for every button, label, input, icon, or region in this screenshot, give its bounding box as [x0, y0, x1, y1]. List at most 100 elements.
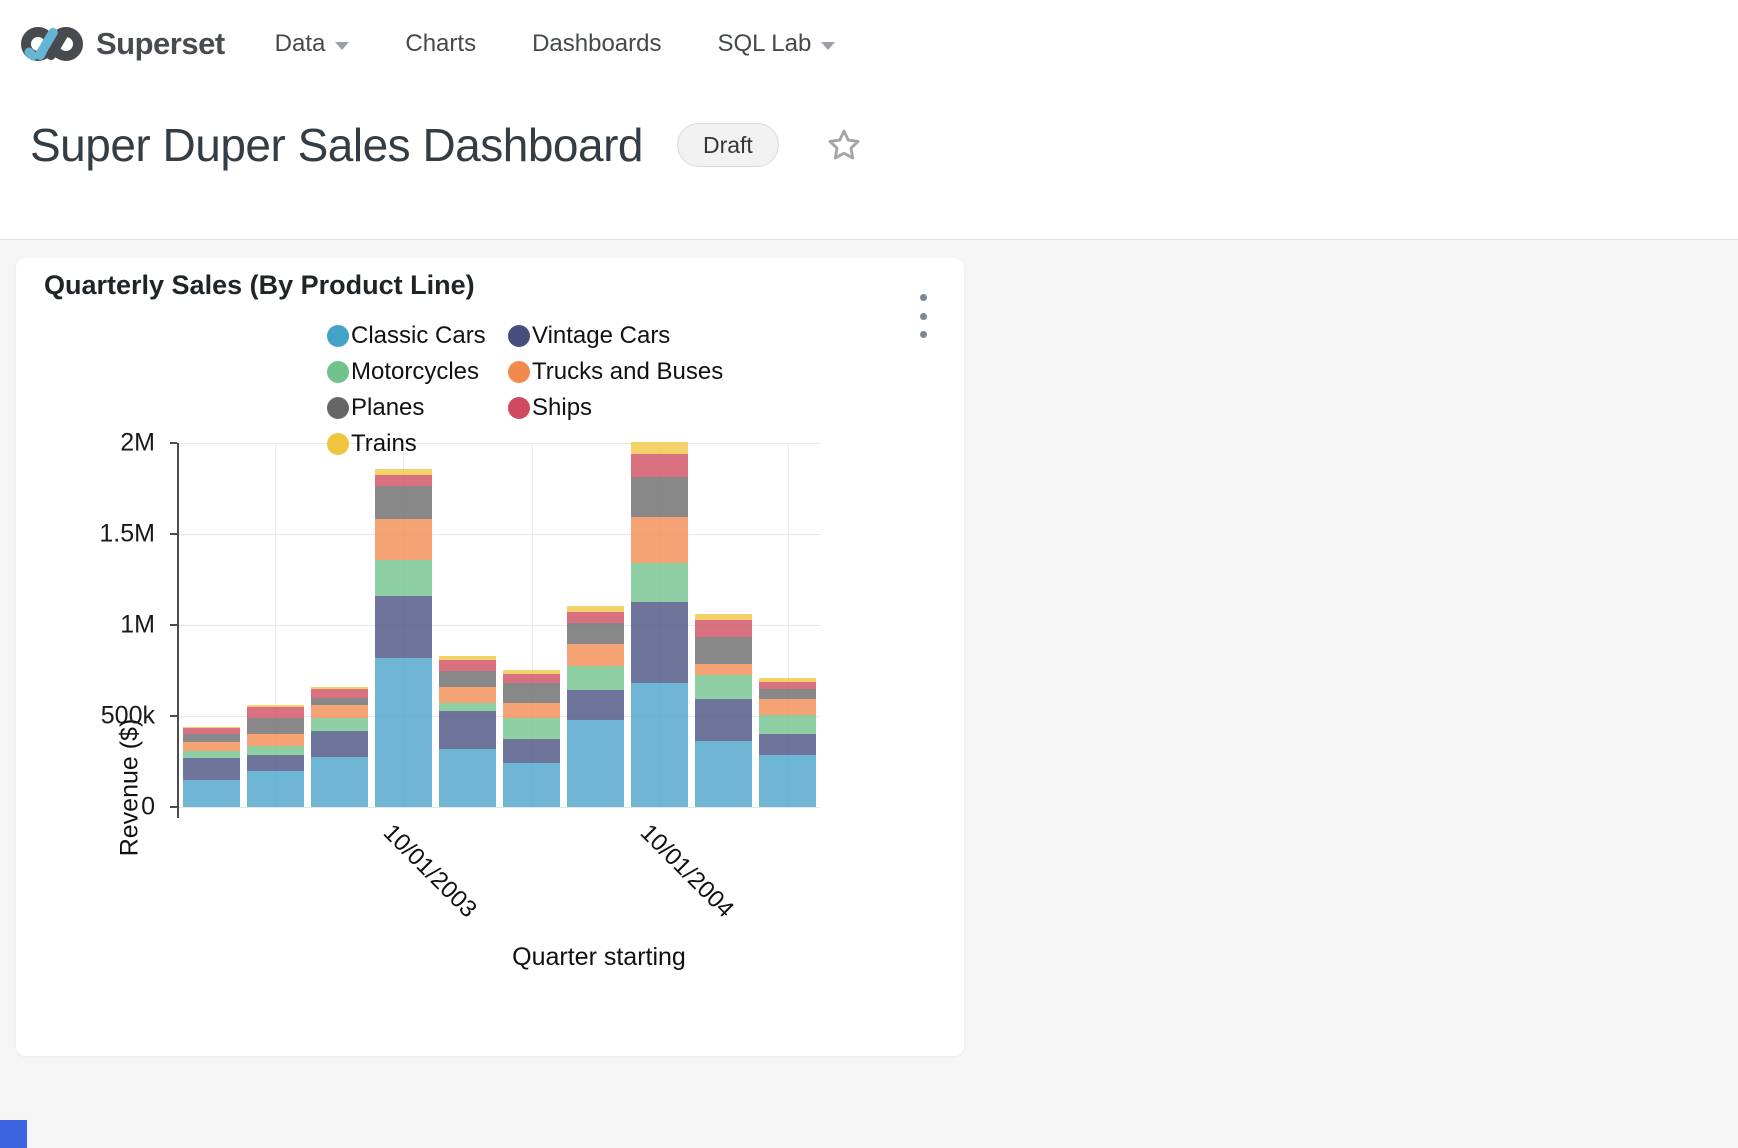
bar-segment-Trains[interactable] — [759, 678, 816, 682]
bar-segment-Trains[interactable] — [567, 606, 624, 612]
legend-item-Trains[interactable]: Trains — [327, 426, 508, 462]
bar-segment-Trucks and Buses[interactable] — [567, 644, 624, 666]
bar-segment-Trains[interactable] — [695, 614, 752, 620]
bar-segment-Classic Cars[interactable] — [503, 763, 560, 807]
bar-segment-Motorcycles[interactable] — [375, 560, 432, 597]
bar-segment-Motorcycles[interactable] — [503, 718, 560, 739]
bar-segment-Trains[interactable] — [311, 687, 368, 689]
bar-segment-Ships[interactable] — [567, 612, 624, 623]
bar-segment-Trucks and Buses[interactable] — [311, 705, 368, 718]
y-tick-mark — [170, 715, 177, 717]
favorite-star-icon[interactable] — [825, 126, 863, 164]
nav-item-data[interactable]: Data — [275, 30, 350, 58]
legend-label: Trains — [351, 430, 417, 458]
bar-segment-Classic Cars[interactable] — [759, 755, 816, 807]
bar-segment-Ships[interactable] — [503, 674, 560, 683]
bar-segment-Motorcycles[interactable] — [695, 675, 752, 699]
bar-segment-Planes[interactable] — [631, 477, 688, 516]
legend-item-Vintage Cars[interactable]: Vintage Cars — [508, 318, 723, 354]
y-tick-mark — [170, 442, 177, 444]
bar-segment-Vintage Cars[interactable] — [567, 690, 624, 720]
bar-segment-Motorcycles[interactable] — [631, 563, 688, 602]
bar-segment-Ships[interactable] — [247, 707, 304, 718]
bar-segment-Trains[interactable] — [247, 705, 304, 707]
bar-segment-Ships[interactable] — [183, 728, 240, 734]
bar-segment-Motorcycles[interactable] — [567, 666, 624, 690]
bar-segment-Vintage Cars[interactable] — [695, 699, 752, 740]
nav-item-dashboards[interactable]: Dashboards — [532, 30, 661, 58]
bar-segment-Motorcycles[interactable] — [439, 703, 496, 711]
nav-item-sql-lab[interactable]: SQL Lab — [717, 30, 835, 58]
legend-item-Ships[interactable]: Ships — [508, 390, 723, 426]
bar-segment-Trucks and Buses[interactable] — [503, 703, 560, 718]
bar-segment-Trucks and Buses[interactable] — [631, 517, 688, 564]
bar-segment-Planes[interactable] — [311, 698, 368, 705]
bar-segment-Planes[interactable] — [503, 683, 560, 703]
nav-items: Data Charts Dashboards SQL Lab — [275, 30, 892, 58]
bar-segment-Trucks and Buses[interactable] — [439, 687, 496, 704]
bar-segment-Vintage Cars[interactable] — [631, 602, 688, 683]
legend-item-Classic Cars[interactable]: Classic Cars — [327, 318, 508, 354]
bar-segment-Trucks and Buses[interactable] — [375, 519, 432, 559]
x-axis-title: Quarter starting — [339, 943, 859, 972]
bar-segment-Motorcycles[interactable] — [247, 746, 304, 755]
bar-segment-Vintage Cars[interactable] — [439, 711, 496, 749]
bar-segment-Motorcycles[interactable] — [183, 751, 240, 758]
bar-segment-Planes[interactable] — [375, 486, 432, 519]
legend-item-Trucks and Buses[interactable]: Trucks and Buses — [508, 354, 723, 390]
y-tick-label: 500k — [25, 702, 155, 731]
bar-segment-Vintage Cars[interactable] — [759, 734, 816, 755]
bar-segment-Planes[interactable] — [439, 671, 496, 687]
bar-segment-Ships[interactable] — [695, 620, 752, 637]
bar-segment-Motorcycles[interactable] — [759, 715, 816, 734]
bar-segment-Trucks and Buses[interactable] — [247, 734, 304, 746]
bar-segment-Trains[interactable] — [439, 656, 496, 659]
nav-item-label: SQL Lab — [717, 30, 811, 58]
legend-item-Planes[interactable]: Planes — [327, 390, 508, 426]
nav-item-charts[interactable]: Charts — [405, 30, 476, 58]
bar-segment-Planes[interactable] — [567, 623, 624, 644]
legend-color-dot — [327, 397, 349, 419]
bar-segment-Vintage Cars[interactable] — [375, 596, 432, 657]
bar-segment-Trucks and Buses[interactable] — [695, 664, 752, 676]
bar-segment-Planes[interactable] — [247, 718, 304, 734]
bar-segment-Trains[interactable] — [183, 727, 240, 729]
y-tick-label: 2M — [25, 429, 155, 458]
chart-options-menu[interactable] — [911, 292, 935, 340]
bar-segment-Classic Cars[interactable] — [567, 720, 624, 807]
bar-segment-Classic Cars[interactable] — [247, 771, 304, 807]
bar-segment-Trucks and Buses[interactable] — [183, 742, 240, 751]
bar-segment-Planes[interactable] — [759, 689, 816, 698]
top-navigation: Superset Data Charts Dashboards SQL Lab — [0, 0, 1738, 88]
bar-segment-Trains[interactable] — [375, 469, 432, 475]
bar-segment-Ships[interactable] — [759, 682, 816, 689]
bar-segment-Classic Cars[interactable] — [375, 658, 432, 807]
bar-04/01/2004 — [503, 443, 560, 807]
bar-segment-Motorcycles[interactable] — [311, 718, 368, 731]
bar-segment-Ships[interactable] — [375, 475, 432, 486]
bar-segment-Classic Cars[interactable] — [695, 741, 752, 807]
superset-logo[interactable]: Superset — [20, 23, 225, 65]
bar-segment-Planes[interactable] — [695, 637, 752, 664]
bar-segment-Vintage Cars[interactable] — [311, 731, 368, 756]
bar-segment-Classic Cars[interactable] — [311, 757, 368, 807]
bar-segment-Trains[interactable] — [503, 670, 560, 674]
bar-segment-Ships[interactable] — [311, 689, 368, 698]
bar-segment-Classic Cars[interactable] — [439, 749, 496, 807]
nav-item-label: Dashboards — [532, 30, 661, 58]
legend-item-Motorcycles[interactable]: Motorcycles — [327, 354, 508, 390]
status-badge[interactable]: Draft — [677, 123, 779, 167]
bar-segment-Trucks and Buses[interactable] — [759, 699, 816, 716]
bar-segment-Classic Cars[interactable] — [183, 780, 240, 807]
bar-segment-Vintage Cars[interactable] — [503, 739, 560, 762]
nav-item-label: Data — [275, 30, 326, 58]
bar-segment-Classic Cars[interactable] — [631, 683, 688, 807]
bar-segment-Planes[interactable] — [183, 734, 240, 742]
bar-segment-Vintage Cars[interactable] — [183, 758, 240, 779]
bar-segment-Vintage Cars[interactable] — [247, 755, 304, 771]
y-tick-mark — [170, 533, 177, 535]
y-tick-mark — [170, 624, 177, 626]
y-tick-label: 0 — [25, 793, 155, 822]
corner-accent — [0, 1120, 27, 1148]
bar-segment-Ships[interactable] — [439, 660, 496, 671]
